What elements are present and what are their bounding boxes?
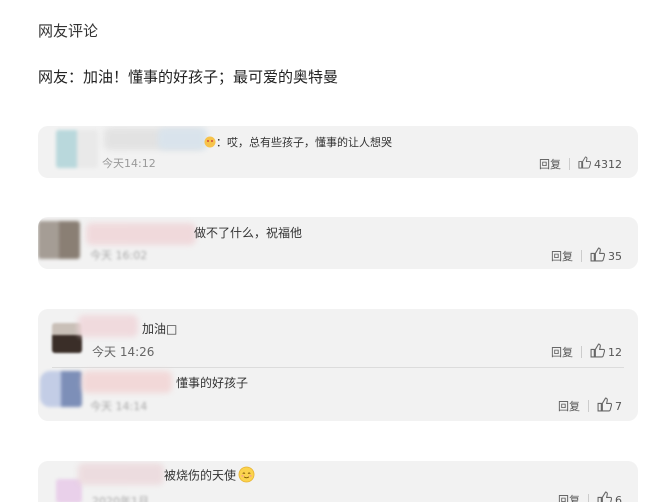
comment-actions: 回复 4312: [539, 156, 622, 172]
blush-emoji-icon: [238, 466, 255, 486]
avatar[interactable]: [38, 221, 80, 259]
like-button[interactable]: 6: [597, 491, 622, 502]
grin-emoji-icon: [204, 136, 216, 151]
username-obscured: [158, 128, 208, 150]
avatar[interactable]: [56, 130, 98, 168]
thumbs-up-icon: [597, 491, 615, 502]
comment-text-content: ：哎，总有些孩子，懂事的让人想哭: [216, 136, 392, 149]
username-obscured[interactable]: [86, 223, 196, 245]
comment-timestamp: 2020年1月: [92, 495, 149, 502]
thumbs-up-icon: [590, 343, 608, 361]
comment-actions: 回复 6: [558, 491, 622, 502]
like-count: 12: [608, 345, 622, 359]
comment-text: 做不了什么，祝福他: [194, 226, 303, 240]
comment-actions: 回复 12: [551, 343, 622, 361]
thumbs-up-icon: [597, 397, 615, 415]
action-divider: [581, 346, 582, 358]
comment-text-content: 被烧伤的天使: [164, 468, 237, 483]
comment-timestamp: 今天 14:14: [90, 400, 148, 413]
username-obscured[interactable]: [78, 315, 138, 337]
thumbs-up-icon: [578, 156, 594, 172]
reply-button[interactable]: 回复: [551, 344, 573, 360]
reply-button[interactable]: 回复: [558, 398, 580, 414]
comment-actions: 回复 7: [558, 397, 622, 415]
like-button[interactable]: 35: [590, 247, 622, 265]
comment-card: 做不了什么，祝福他 今天 16:02 回复 35: [38, 217, 638, 269]
like-button[interactable]: 4312: [578, 156, 622, 172]
comment-card: ：哎，总有些孩子，懂事的让人想哭 今天14:12 回复 4312: [38, 126, 638, 178]
article-page: 网友评论 网友：加油！懂事的好孩子；最可爱的奥特曼 ：哎，总有些孩子，懂事的让人…: [0, 0, 663, 502]
comment-timestamp: 今天 16:02: [90, 249, 148, 262]
like-count: 35: [608, 249, 622, 263]
like-count: 7: [615, 399, 622, 413]
action-divider: [581, 250, 582, 262]
comment-card: 加油□ 今天 14:26 回复 12 懂事的好孩子 今天 14:14 回复 7: [38, 309, 638, 421]
username-obscured[interactable]: [78, 463, 164, 485]
comment-text: 懂事的好孩子: [176, 376, 249, 390]
action-divider: [588, 494, 589, 502]
like-count: 6: [615, 493, 622, 502]
comment-text: ：哎，总有些孩子，懂事的让人想哭: [204, 134, 392, 151]
action-divider: [569, 158, 570, 170]
comment-timestamp: 今天 14:26: [92, 345, 155, 359]
reply-button[interactable]: 回复: [551, 248, 573, 264]
article-caption: 网友：加油！懂事的好孩子；最可爱的奥特曼: [38, 68, 339, 86]
comment-card: 被烧伤的天使 2020年1月 回复 6: [38, 461, 638, 502]
reply-button[interactable]: 回复: [539, 156, 561, 172]
like-button[interactable]: 12: [590, 343, 622, 361]
section-title: 网友评论: [38, 22, 99, 40]
comment-actions: 回复 35: [551, 247, 622, 265]
action-divider: [588, 400, 589, 412]
reply-divider: [52, 367, 624, 368]
username-obscured[interactable]: [82, 371, 172, 393]
comment-timestamp: 今天14:12: [102, 157, 156, 170]
comment-text: 加油□: [142, 322, 178, 336]
avatar[interactable]: [40, 371, 82, 407]
like-button[interactable]: 7: [597, 397, 622, 415]
like-count: 4312: [594, 157, 622, 171]
comment-text: 被烧伤的天使: [164, 466, 255, 486]
thumbs-up-icon: [590, 247, 608, 265]
reply-button[interactable]: 回复: [558, 492, 580, 502]
